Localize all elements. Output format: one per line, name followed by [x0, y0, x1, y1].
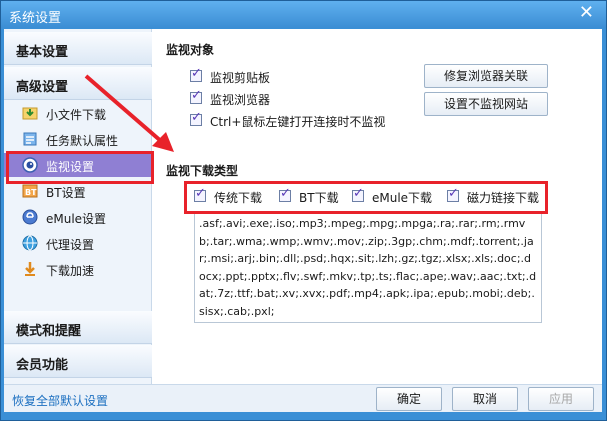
sidebar-item-proxy[interactable]: 代理设置	[4, 231, 151, 255]
extensions-textarea[interactable]: .asf;.avi;.exe;.iso;.mp3;.mpeg;.mpg;.mpg…	[194, 211, 542, 323]
emule-icon	[22, 209, 38, 225]
download-small-icon	[22, 107, 38, 120]
close-icon[interactable]: ✕	[579, 4, 594, 22]
sidebar-section-mode[interactable]: 模式和提醒	[4, 311, 152, 344]
highlight-box-monitor	[6, 151, 154, 184]
window-title: 系统设置	[9, 11, 62, 26]
footer-bar: 恢复全部默认设置 确定 取消 应用	[4, 384, 602, 412]
checkbox-label: Ctrl+鼠标左键打开连接时不监视	[210, 115, 386, 129]
sidebar-item-emule[interactable]: eMule设置	[4, 205, 151, 229]
apply-button[interactable]: 应用	[528, 387, 594, 411]
sidebar-item-label: BT设置	[46, 186, 86, 200]
cancel-button[interactable]: 取消	[452, 387, 518, 411]
annotation-arrow-icon	[84, 74, 174, 152]
checkbox-label: 监视浏览器	[210, 93, 271, 107]
sidebar-item-label: 代理设置	[46, 238, 95, 252]
svg-text:BT: BT	[25, 188, 37, 197]
sidebar-section-member[interactable]: 会员功能	[4, 345, 152, 378]
checkbox[interactable]: ✓	[190, 66, 202, 82]
proxy-globe-icon	[22, 235, 38, 251]
monitor-objects-title: 监视对象	[166, 43, 215, 57]
bt-icon: BT	[22, 184, 38, 198]
ok-button[interactable]: 确定	[376, 387, 442, 411]
settings-window: 系统设置 ✕ 基本设置 高级设置 小文件下载 任务默认属性 监视设置 BT BT…	[0, 0, 607, 421]
no-monitor-sites-button[interactable]: 设置不监视网站	[424, 92, 548, 116]
sidebar-item-label: 下载加速	[46, 264, 95, 278]
checkbox[interactable]: ✓	[190, 110, 202, 126]
highlight-box-download-types	[184, 181, 548, 214]
task-icon	[23, 132, 37, 146]
title-bar[interactable]: 系统设置 ✕	[1, 1, 606, 28]
accelerate-icon	[25, 262, 35, 276]
checkbox-label: 监视剪贴板	[210, 71, 271, 85]
checkbox[interactable]: ✓	[190, 88, 202, 104]
sidebar-item-accelerate[interactable]: 下载加速	[4, 257, 151, 281]
repair-browser-button[interactable]: 修复浏览器关联	[424, 64, 548, 88]
sidebar-item-label: eMule设置	[46, 212, 107, 226]
window-content: 基本设置 高级设置 小文件下载 任务默认属性 监视设置 BT BT设置 eMul…	[4, 29, 602, 412]
download-types-title: 监视下载类型	[166, 164, 239, 178]
sidebar-section-basic[interactable]: 基本设置	[4, 32, 152, 65]
restore-defaults-link[interactable]: 恢复全部默认设置	[12, 392, 108, 409]
